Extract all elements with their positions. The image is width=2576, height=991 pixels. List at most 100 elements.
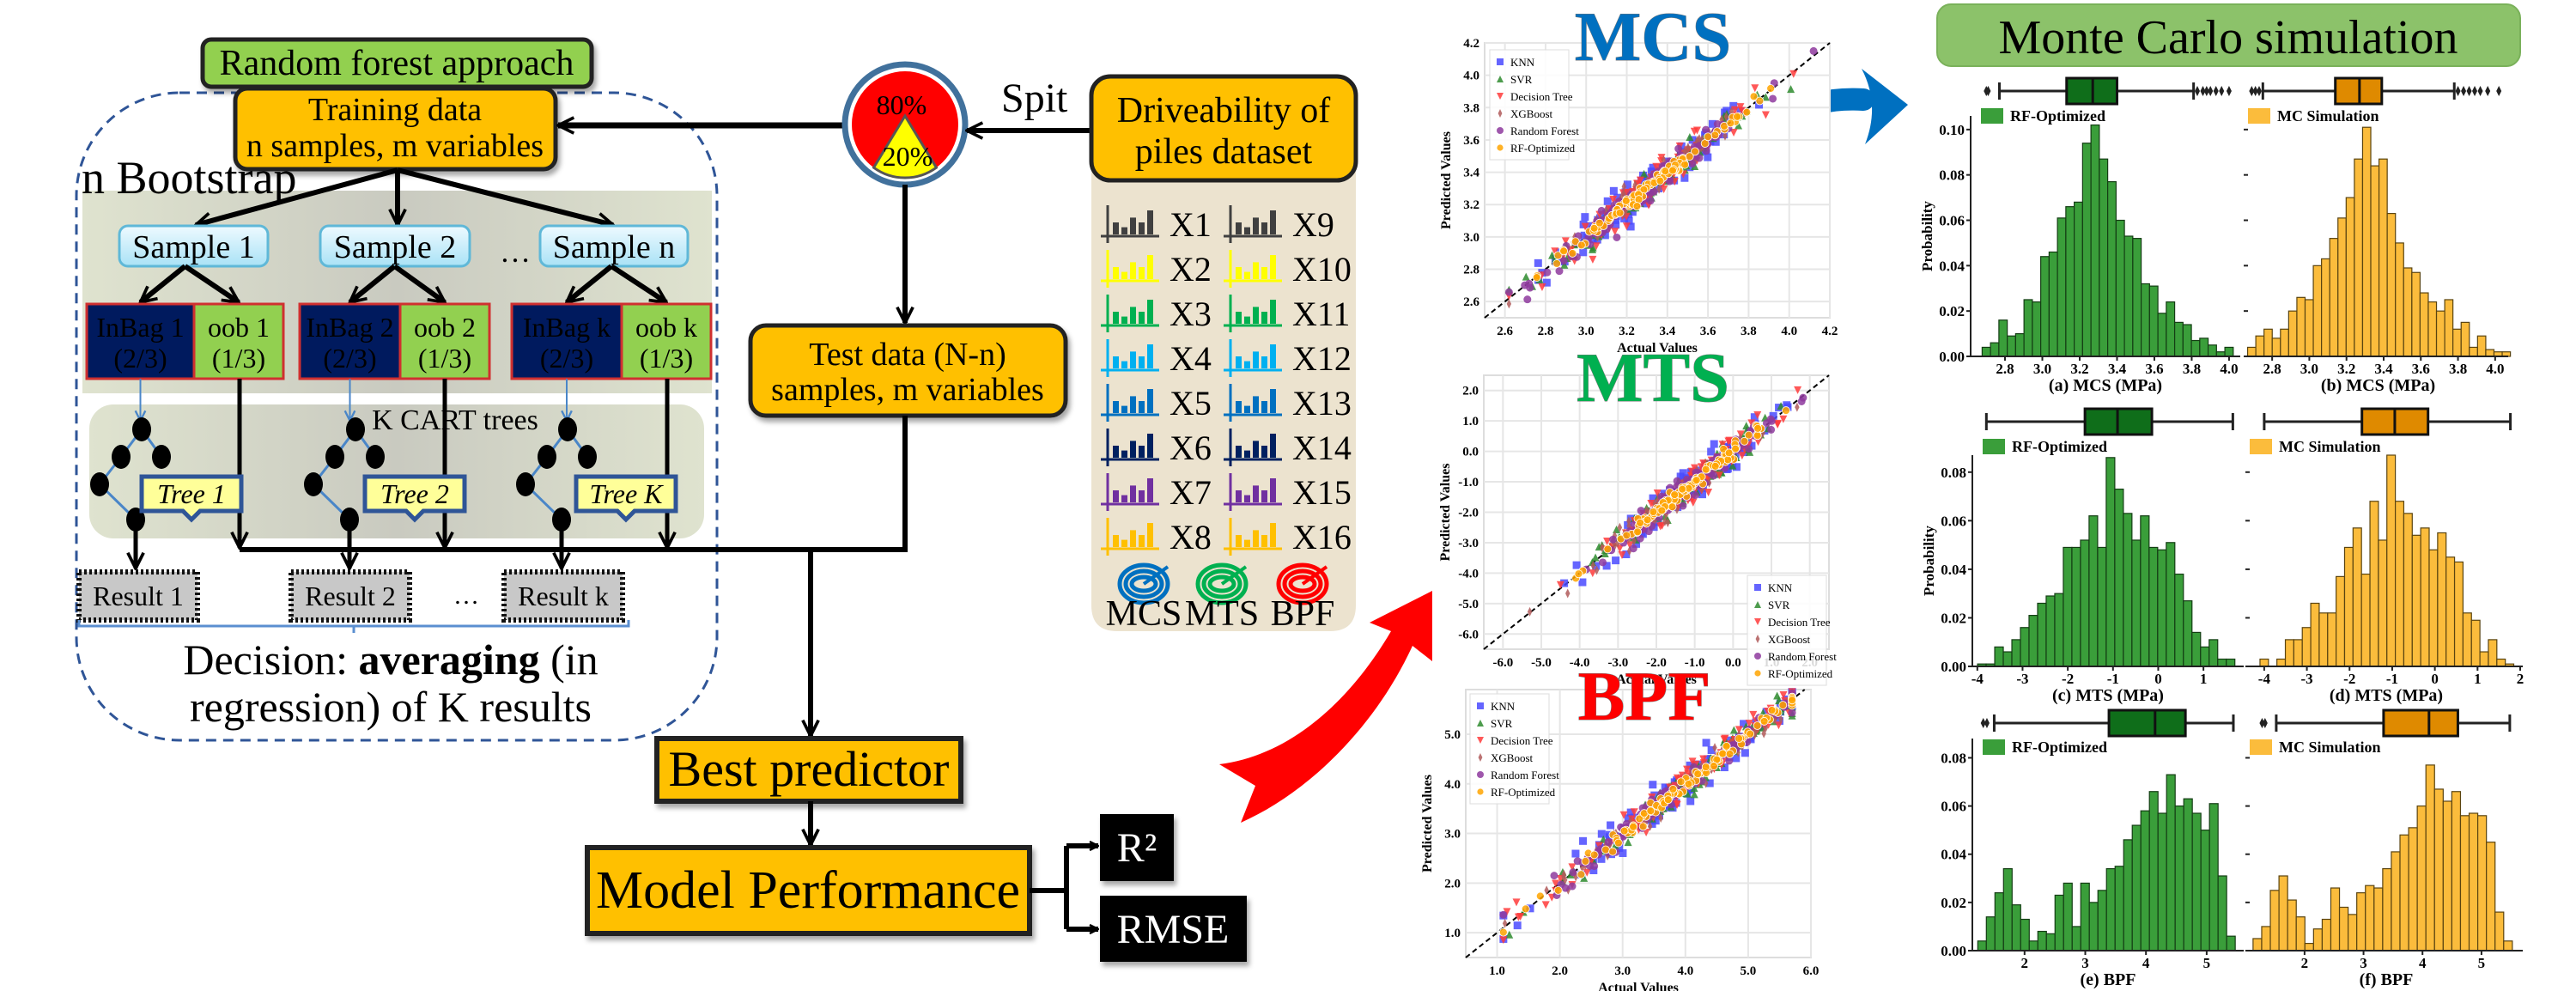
histogram-bar [2081, 143, 2092, 357]
x-tick-label: 3.8 [2449, 361, 2467, 377]
data-point [1521, 281, 1529, 289]
histogram-bar [2378, 158, 2388, 357]
histogram-bar [2065, 206, 2075, 357]
histogram-bar [2360, 573, 2371, 667]
histogram-bar [2411, 534, 2421, 667]
data-point [1742, 107, 1752, 117]
output-label: BPF [1271, 594, 1335, 634]
x-tick-label: 0.0 [1725, 656, 1741, 670]
histogram-bar [2476, 335, 2487, 357]
histogram-bar [2420, 527, 2430, 667]
y-tick-label: 0.00 [1939, 349, 1965, 365]
data-point [1702, 125, 1710, 134]
legend-label: MC Simulation [2277, 107, 2379, 125]
metrics-connectors [1030, 846, 1098, 929]
histogram-bar [2217, 658, 2227, 667]
histogram-bar [2071, 926, 2081, 951]
boxplot-outlier [2213, 86, 2219, 96]
data-point [1782, 406, 1790, 415]
data-point [1745, 445, 1753, 453]
data-point [1646, 806, 1656, 816]
histogram-bar [2425, 764, 2435, 951]
legend-swatch [2248, 108, 2270, 124]
histogram-bar [2488, 639, 2498, 667]
boxplot-outlier [1984, 718, 1990, 728]
panel-caption: (e) BPF [2081, 970, 2136, 989]
oob-fraction: (1/3) [640, 343, 693, 374]
y-tick-label: 2.8 [1463, 264, 1479, 277]
data-point [1603, 544, 1613, 554]
data-point [1553, 885, 1563, 895]
tree-label: Tree K [589, 478, 664, 509]
histogram-bar [2278, 875, 2288, 951]
data-point [1701, 763, 1710, 772]
histogram-bar [2020, 627, 2030, 667]
data-point [1581, 856, 1590, 866]
x-tick-label: 3.0 [2033, 361, 2051, 377]
histogram-bar [2485, 349, 2495, 357]
data-point [1656, 176, 1665, 185]
x-tick-label: 2.8 [1538, 325, 1554, 338]
x-tick-label: 5 [2478, 955, 2486, 971]
data-point [1579, 248, 1588, 257]
histogram-bar [2343, 546, 2354, 667]
y-tick-label: 4.0 [1444, 778, 1461, 792]
data-point [1688, 160, 1697, 168]
y-tick-label: 0.06 [1941, 513, 1966, 529]
histogram-bar [2148, 285, 2159, 357]
tree-node [304, 472, 323, 496]
data-point [1550, 872, 1558, 880]
histogram-bar [2470, 619, 2481, 667]
histogram-bar [2074, 201, 2083, 357]
variable-label: X13 [1292, 384, 1352, 423]
decision-prefix: Decision: [183, 635, 358, 684]
histogram-bar [2416, 805, 2427, 951]
x-tick-label: 5 [2203, 955, 2211, 971]
histogram-bar [2310, 602, 2320, 667]
result-label: Result 2 [305, 581, 396, 611]
inbag-fraction: (2/3) [113, 343, 167, 374]
histogram-bar [2352, 527, 2362, 667]
histogram-bar [2054, 894, 2064, 951]
data-point [1621, 196, 1631, 205]
data-point [1574, 569, 1583, 579]
histogram-bar [2199, 337, 2209, 357]
data-point [1724, 448, 1734, 458]
histogram-bar [2408, 827, 2418, 951]
histogram-panels: 2.8 3.0 3.2 3.4 3.6 3.8 4.0 0.00 0.02 0.04 0.06 0.0… [1919, 76, 2524, 989]
histogram-bar [2295, 916, 2306, 951]
legend-marker [1477, 771, 1484, 778]
results-ellipsis: … [453, 581, 479, 610]
x-tick-label: 2.8 [2263, 361, 2281, 377]
histogram-bar [2045, 595, 2056, 667]
dataset-subtitle: piles dataset [1135, 132, 1313, 172]
x-tick-label: 4.0 [2220, 361, 2238, 377]
x-tick-label: -6.0 [1492, 656, 1513, 670]
histogram-bar [2370, 165, 2380, 357]
tree-node [578, 445, 597, 469]
data-point [1778, 701, 1788, 710]
histogram-bar [2023, 299, 2033, 357]
test-data-detail: samples, m variables [771, 372, 1044, 408]
legend-label: KNN [1768, 581, 1793, 594]
histogram-bar [2032, 301, 2042, 357]
data-point [1629, 822, 1637, 831]
y-tick-label: 4.2 [1463, 37, 1479, 51]
tree-node [538, 445, 556, 469]
data-point [1753, 423, 1763, 433]
histogram-bar [2090, 124, 2100, 357]
boxplot [2259, 708, 2512, 738]
histogram-bar [2157, 812, 2167, 951]
legend-marker [1754, 584, 1761, 591]
samples-group: Sample 1 Sample 2 Sample n… [118, 224, 690, 269]
data-point [1513, 921, 1522, 930]
x-tick-label: -4 [2258, 671, 2271, 687]
histogram-bar [2427, 301, 2438, 357]
histogram-bar [2304, 299, 2314, 357]
model-performance-label: Model Performance [596, 861, 1020, 920]
histogram-bar [2088, 515, 2099, 667]
x-tick-label: -2 [2343, 671, 2355, 687]
split-label: Spit [1001, 76, 1068, 121]
histogram-bar [1981, 346, 1991, 357]
data-point [1741, 749, 1749, 757]
